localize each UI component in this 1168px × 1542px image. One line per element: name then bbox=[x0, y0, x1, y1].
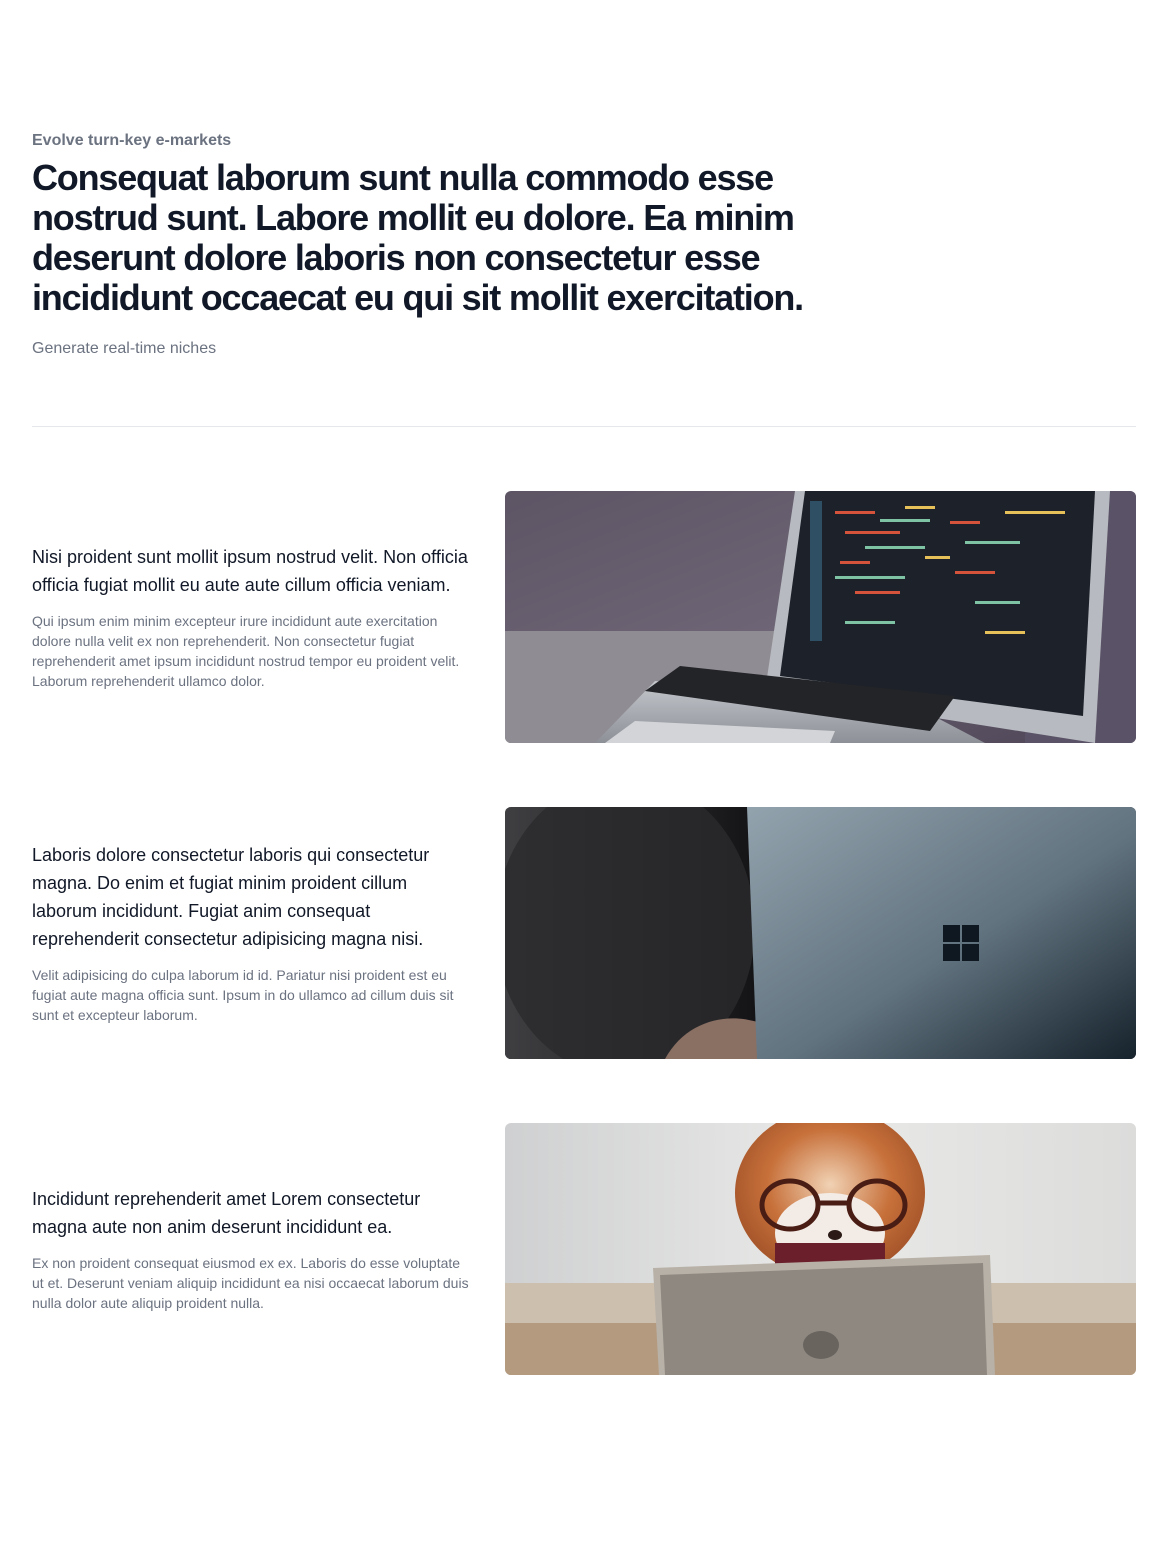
feature-description: Ex non proident consequat eiusmod ex ex.… bbox=[32, 1255, 469, 1311]
laptop-code-image bbox=[505, 491, 1136, 743]
feature-description: Qui ipsum enim minim excepteur irure inc… bbox=[32, 613, 460, 689]
dog-tablet-illustration bbox=[505, 1123, 1136, 1375]
dog-tablet-image bbox=[505, 1123, 1136, 1375]
feature-item: Nisi proident sunt mollit ipsum nostrud … bbox=[32, 491, 1136, 743]
feature-item: Incididunt reprehenderit amet Lorem cons… bbox=[32, 1123, 1136, 1375]
feature-text: Nisi proident sunt mollit ipsum nostrud … bbox=[32, 543, 473, 691]
feature-title: Nisi proident sunt mollit ipsum nostrud … bbox=[32, 547, 468, 595]
feature-list: Nisi proident sunt mollit ipsum nostrud … bbox=[32, 491, 1136, 1375]
feature-title: Incididunt reprehenderit amet Lorem cons… bbox=[32, 1189, 421, 1237]
feature-title: Laboris dolore consectetur laboris qui c… bbox=[32, 845, 430, 949]
laptop-code-illustration bbox=[505, 491, 1136, 743]
section-divider bbox=[32, 426, 1136, 427]
page-subtitle: Generate real-time niches bbox=[32, 340, 217, 357]
page-title: Consequat laborum sunt nulla commodo ess… bbox=[32, 157, 804, 318]
feature-item: Laboris dolore consectetur laboris qui c… bbox=[32, 807, 1136, 1059]
feature-text: Incididunt reprehenderit amet Lorem cons… bbox=[32, 1185, 473, 1313]
surface-laptop-illustration bbox=[505, 807, 1136, 1059]
page-header: Evolve turn-key e-markets Consequat labo… bbox=[32, 0, 1136, 360]
feature-text: Laboris dolore consectetur laboris qui c… bbox=[32, 841, 473, 1025]
surface-laptop-image bbox=[505, 807, 1136, 1059]
eyebrow-text: Evolve turn-key e-markets bbox=[32, 132, 232, 149]
page-container: Evolve turn-key e-markets Consequat labo… bbox=[32, 0, 1136, 1375]
feature-description: Velit adipisicing do culpa laborum id id… bbox=[32, 967, 454, 1023]
